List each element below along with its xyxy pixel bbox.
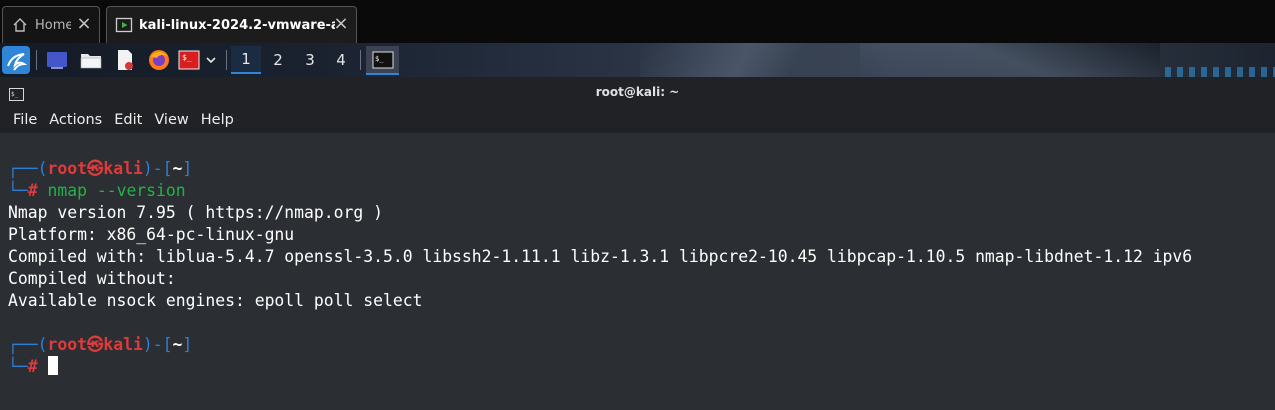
text-editor-icon[interactable] — [112, 46, 138, 74]
menu-bar: File Actions Edit View Help — [0, 107, 1275, 133]
svg-text:$_: $_ — [375, 55, 384, 63]
prompt-host: kali — [103, 335, 143, 354]
svg-text:$_: $_ — [182, 53, 192, 62]
command-text: nmap --version — [47, 181, 186, 200]
prompt-user: root — [47, 335, 87, 354]
prompt-bracket: )-[ — [142, 335, 173, 354]
prompt-at-symbol: ㉿ — [86, 159, 104, 178]
panel-separator — [360, 50, 361, 70]
tab-home[interactable]: Home × — [2, 6, 100, 43]
terminal-titlebar: $_ root@kali: ~ — [0, 77, 1275, 107]
wallpaper-decoration — [860, 43, 1160, 77]
output-line: Available nsock engines: epoll poll sele… — [8, 291, 423, 310]
window-title: root@kali: ~ — [595, 85, 680, 99]
prompt-at-symbol: ㉿ — [86, 335, 104, 354]
panel-separator — [226, 50, 227, 70]
prompt-user: root — [47, 159, 87, 178]
close-icon[interactable]: × — [332, 15, 350, 33]
prompt-dir: ~ — [172, 335, 183, 354]
menu-edit[interactable]: Edit — [108, 112, 148, 128]
output-line: Compiled with: liblua-5.4.7 openssl-3.5.… — [8, 247, 1193, 266]
prompt-box-top: ┌──( — [8, 335, 48, 354]
menu-file[interactable]: File — [7, 112, 43, 128]
output-line: Nmap version 7.95 ( https://nmap.org ) — [8, 203, 383, 222]
dropdown-chevron-icon[interactable] — [203, 46, 219, 74]
menu-view[interactable]: View — [148, 112, 194, 128]
terminal-output-area[interactable]: ┌──(root㉿kali)-[~] └─# nmap --version Nm… — [0, 133, 1275, 410]
prompt-hash: # — [27, 357, 38, 376]
close-icon[interactable]: × — [75, 15, 93, 33]
home-icon — [11, 16, 29, 34]
prompt-box-top: ┌──( — [8, 159, 48, 178]
menu-actions[interactable]: Actions — [43, 112, 108, 128]
taskbar-terminal-window[interactable]: $_ — [366, 46, 399, 75]
workspace-3[interactable]: 3 — [295, 46, 325, 74]
prompt-bracket-end: ] — [182, 335, 193, 354]
workspace-1[interactable]: 1 — [231, 46, 261, 74]
prompt-bracket-end: ] — [182, 159, 193, 178]
text-cursor — [47, 356, 58, 375]
vm-play-icon — [115, 16, 133, 34]
tab-kali-vm[interactable]: kali-linux-2024.2-vmware-a... × — [106, 6, 357, 43]
output-line: Compiled without: — [8, 269, 176, 288]
prompt-box-bottom: └─ — [8, 357, 28, 376]
prompt-dir: ~ — [172, 159, 183, 178]
prompt-bracket: )-[ — [142, 159, 173, 178]
menu-help[interactable]: Help — [195, 112, 240, 128]
firefox-icon[interactable] — [146, 46, 172, 74]
kali-dragon-icon[interactable] — [1, 46, 31, 74]
command-line-1: └─# nmap --version — [8, 180, 186, 202]
prompt-line-2: ┌──(root㉿kali)-[~] — [8, 334, 192, 356]
tab-kali-vm-label: kali-linux-2024.2-vmware-a... — [139, 17, 335, 33]
terminal-app-icon[interactable]: $_ — [177, 46, 201, 74]
output-line: Platform: x86_64-pc-linux-gnu — [8, 225, 295, 244]
workspace-4[interactable]: 4 — [326, 46, 356, 74]
prompt-host: kali — [103, 159, 143, 178]
panel-separator — [36, 50, 37, 70]
kali-panel: $_ 1 2 3 4 $_ — [0, 43, 1275, 77]
prompt-box-bottom: └─ — [8, 181, 28, 200]
vmware-tab-strip: Home × kali-linux-2024.2-vmware-a... × — [0, 0, 1275, 43]
terminal-icon: $_ — [372, 51, 393, 68]
workspace-2[interactable]: 2 — [263, 46, 293, 74]
desktop-icon[interactable] — [44, 46, 70, 74]
tab-home-label: Home — [35, 17, 71, 33]
file-manager-icon[interactable] — [78, 46, 104, 74]
wallpaper-decoration — [1165, 67, 1275, 77]
command-line-2: └─# — [8, 356, 58, 378]
prompt-line-1: ┌──(root㉿kali)-[~] — [8, 158, 192, 180]
prompt-hash: # — [27, 181, 38, 200]
